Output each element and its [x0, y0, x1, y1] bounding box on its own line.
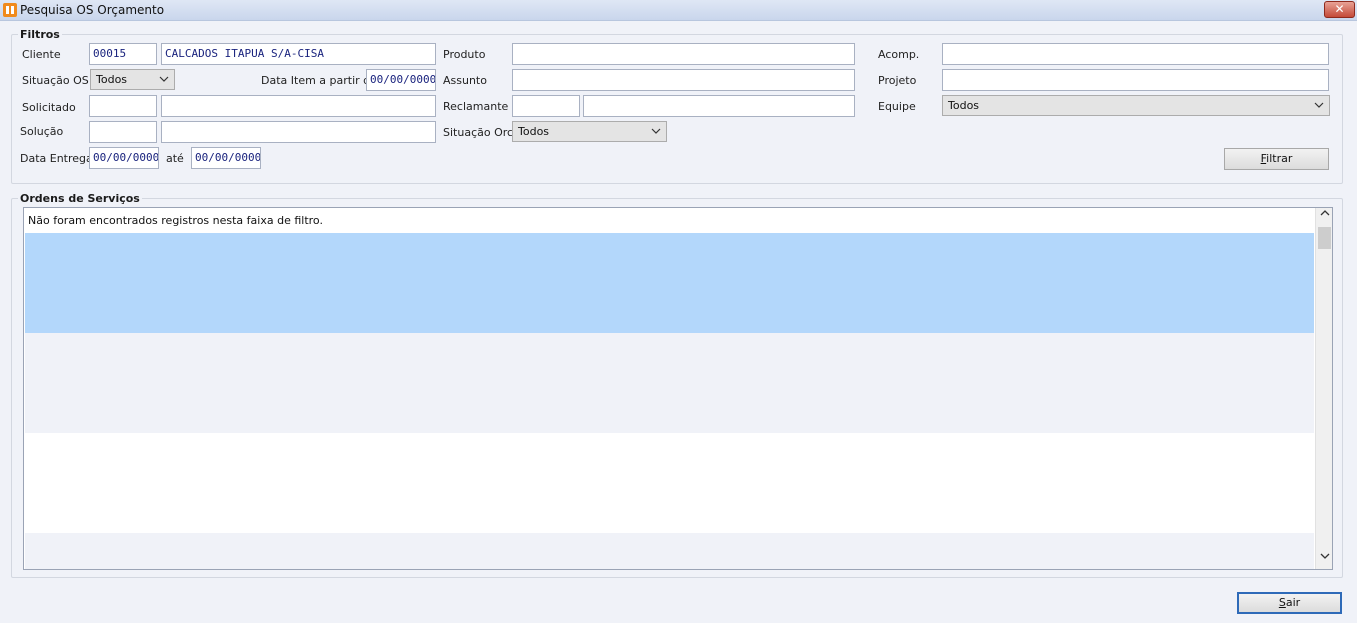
projeto-label: Projeto: [878, 74, 917, 87]
chevron-down-icon: [1314, 102, 1324, 108]
scroll-down-icon[interactable]: [1316, 551, 1333, 568]
reclamante-name-field[interactable]: [583, 95, 855, 117]
cliente-label: Cliente: [22, 48, 61, 61]
app-icon: [3, 3, 17, 17]
equipe-value: Todos: [948, 99, 980, 112]
chevron-down-icon: [651, 128, 661, 134]
solucao-name-field[interactable]: [161, 121, 436, 143]
grid-row[interactable]: [25, 533, 1314, 569]
ate-label: até: [166, 152, 184, 165]
solicitado-code-field[interactable]: [89, 95, 157, 117]
solicitado-name-field[interactable]: [161, 95, 436, 117]
sair-mnemonic: S: [1278, 596, 1286, 609]
title-bar: Pesquisa OS Orçamento ✕: [0, 0, 1357, 21]
situacao-orc-label: Situação Orc.: [443, 126, 517, 139]
grid-row[interactable]: [25, 333, 1314, 433]
situacao-os-value: Todos: [96, 73, 128, 86]
close-button[interactable]: ✕: [1324, 1, 1355, 18]
cliente-name-field[interactable]: CALCADOS ITAPUA S/A-CISA: [161, 43, 436, 65]
solucao-label: Solução: [20, 125, 64, 138]
filtrar-button[interactable]: Filtrar: [1224, 148, 1329, 170]
sair-label: air: [1285, 596, 1301, 609]
data-entrega-from-field[interactable]: 00/00/0000: [89, 147, 159, 169]
scroll-thumb[interactable]: [1318, 227, 1331, 249]
equipe-label: Equipe: [878, 100, 916, 113]
situacao-os-select[interactable]: Todos: [90, 69, 175, 90]
data-item-label: Data Item a partir de: [261, 74, 377, 87]
selected-row[interactable]: [25, 233, 1314, 333]
situacao-orc-value: Todos: [518, 125, 550, 138]
cliente-code-field[interactable]: 00015: [89, 43, 157, 65]
assunto-field[interactable]: [512, 69, 855, 91]
reclamante-label: Reclamante: [443, 100, 509, 113]
window-title: Pesquisa OS Orçamento: [20, 3, 165, 17]
assunto-label: Assunto: [443, 74, 487, 87]
sair-button[interactable]: Sair: [1237, 592, 1342, 614]
ordens-grid[interactable]: Não foram encontrados registros nesta fa…: [23, 207, 1333, 570]
empty-message: Não foram encontrados registros nesta fa…: [28, 214, 323, 227]
produto-field[interactable]: [512, 43, 855, 65]
acomp-field[interactable]: [942, 43, 1329, 65]
reclamante-code-field[interactable]: [512, 95, 580, 117]
filtros-legend: Filtros: [20, 28, 60, 41]
acomp-label: Acomp.: [878, 48, 920, 61]
situacao-os-label: Situação OS: [22, 74, 89, 87]
data-entrega-label: Data Entrega: [20, 152, 93, 165]
data-item-field[interactable]: 00/00/0000: [366, 69, 436, 91]
projeto-field[interactable]: [942, 69, 1329, 91]
scroll-up-icon[interactable]: [1316, 208, 1333, 225]
data-entrega-to-field[interactable]: 00/00/0000: [191, 147, 261, 169]
grid-row[interactable]: [25, 433, 1314, 533]
ordens-legend: Ordens de Serviços: [20, 192, 140, 205]
equipe-select[interactable]: Todos: [942, 95, 1330, 116]
filtrar-label: iltrar: [1266, 152, 1293, 165]
produto-label: Produto: [443, 48, 486, 61]
solucao-code-field[interactable]: [89, 121, 157, 143]
situacao-orc-select[interactable]: Todos: [512, 121, 667, 142]
chevron-down-icon: [159, 76, 169, 82]
vertical-scrollbar[interactable]: [1315, 208, 1332, 569]
solicitado-label: Solicitado: [22, 101, 76, 114]
